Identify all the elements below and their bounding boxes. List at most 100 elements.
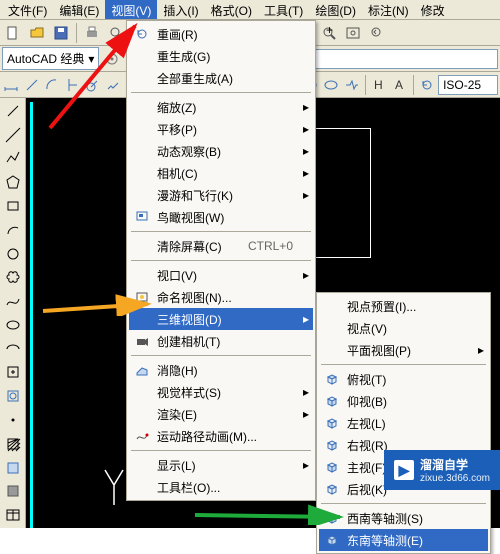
separator: [76, 23, 77, 43]
new-icon[interactable]: [2, 22, 24, 44]
motion-icon: [133, 427, 151, 445]
xline-icon[interactable]: [2, 124, 24, 146]
menu-camera[interactable]: 相机(C)▸: [129, 162, 313, 184]
submenu-arrow-icon: ▸: [303, 407, 309, 421]
submenu-vpoint-presets[interactable]: 视点预置(I)...: [319, 295, 488, 317]
menu-toolbars[interactable]: 工具栏(O)...: [129, 476, 313, 498]
cube-right-icon: [323, 436, 341, 454]
workspace-label: AutoCAD 经典: [7, 50, 84, 67]
dim-ord-icon[interactable]: [63, 74, 81, 96]
menu-modify[interactable]: 修改: [415, 0, 451, 19]
menu-pan[interactable]: 平移(P)▸: [129, 118, 313, 140]
dropdown-icon: ▾: [88, 52, 94, 66]
menu-zoom[interactable]: 缩放(Z)▸: [129, 96, 313, 118]
region-icon[interactable]: [2, 481, 24, 503]
line-icon[interactable]: [2, 100, 24, 122]
workspace-settings-icon[interactable]: [101, 48, 123, 70]
menu-redraw[interactable]: 重画(R): [129, 23, 313, 45]
dim-tedit-icon[interactable]: A: [390, 74, 408, 96]
revcloud-icon[interactable]: [2, 266, 24, 288]
submenu-arrow-icon: ▸: [303, 122, 309, 136]
gradient-icon[interactable]: [2, 457, 24, 479]
menu-draw[interactable]: 绘图(D): [309, 0, 362, 19]
preview-icon[interactable]: [105, 22, 127, 44]
dim-radius-icon[interactable]: [84, 74, 102, 96]
print-icon[interactable]: [81, 22, 103, 44]
point-icon[interactable]: [2, 409, 24, 431]
dim-edit-icon[interactable]: H: [370, 74, 388, 96]
save-icon[interactable]: [50, 22, 72, 44]
inspect-icon[interactable]: [322, 74, 340, 96]
menu-named-views[interactable]: 命名视图(N)...: [129, 286, 313, 308]
ellipsearc-icon[interactable]: [2, 338, 24, 360]
menu-format[interactable]: 格式(O): [205, 0, 258, 19]
submenu-top[interactable]: 俯视(T): [319, 368, 488, 390]
menu-insert[interactable]: 插入(I): [157, 0, 204, 19]
submenu-planview[interactable]: 平面视图(P)▸: [319, 339, 488, 361]
dim-jog-icon[interactable]: [104, 74, 122, 96]
zoom-win-icon[interactable]: [342, 22, 364, 44]
watermark-url: zixue.3d66.com: [420, 473, 490, 484]
dim-aligned-icon[interactable]: [22, 74, 40, 96]
zoom-rt-icon[interactable]: +: [318, 22, 340, 44]
cube-back-icon: [323, 480, 341, 498]
circle-icon[interactable]: [2, 243, 24, 265]
block-icon[interactable]: [2, 385, 24, 407]
insert-icon[interactable]: [2, 362, 24, 384]
submenu-arrow-icon: ▸: [303, 385, 309, 399]
ellipse-icon[interactable]: [2, 314, 24, 336]
aerial-icon: [133, 208, 151, 226]
submenu-vpoint[interactable]: 视点(V): [319, 317, 488, 339]
hatch-icon[interactable]: [2, 433, 24, 455]
open-icon[interactable]: [26, 22, 48, 44]
menu-regenall[interactable]: 全部重生成(A): [129, 67, 313, 89]
menu-edit[interactable]: 编辑(E): [53, 0, 105, 19]
menu-file[interactable]: 文件(F): [2, 0, 53, 19]
menu-motion-path[interactable]: 运动路径动画(M)...: [129, 425, 313, 447]
menu-render[interactable]: 渲染(E)▸: [129, 403, 313, 425]
separator: [131, 355, 311, 356]
menu-walkfly[interactable]: 漫游和飞行(K)▸: [129, 184, 313, 206]
menu-aerial[interactable]: 鸟瞰视图(W): [129, 206, 313, 228]
svg-text:+: +: [326, 25, 333, 37]
separator: [131, 231, 311, 232]
menu-display[interactable]: 显示(L)▸: [129, 454, 313, 476]
submenu-sw-iso[interactable]: 西南等轴测(S): [319, 507, 488, 529]
zoom-prev-icon[interactable]: [366, 22, 388, 44]
submenu-arrow-icon: ▸: [478, 343, 484, 357]
dimstyle-selector[interactable]: ISO-25: [438, 75, 498, 95]
menu-visual-styles[interactable]: 视觉样式(S)▸: [129, 381, 313, 403]
cube-top-icon: [323, 370, 341, 388]
submenu-bottom[interactable]: 仰视(B): [319, 390, 488, 412]
submenu-se-iso[interactable]: 东南等轴测(E): [319, 529, 488, 551]
submenu-arrow-icon: ▸: [303, 144, 309, 158]
jogline-icon[interactable]: [343, 74, 361, 96]
rectangle-icon[interactable]: [2, 195, 24, 217]
cube-front-icon: [323, 458, 341, 476]
menu-clean[interactable]: 清除屏幕(C)CTRL+0: [129, 235, 313, 257]
menu-view[interactable]: 视图(V): [105, 0, 157, 19]
menu-viewports[interactable]: 视口(V)▸: [129, 264, 313, 286]
spline-icon[interactable]: [2, 290, 24, 312]
table-icon[interactable]: [2, 504, 24, 526]
dim-update-icon[interactable]: [418, 74, 436, 96]
menu-tools[interactable]: 工具(T): [258, 0, 309, 19]
pline-icon[interactable]: [2, 148, 24, 170]
dim-arc-icon[interactable]: [43, 74, 61, 96]
menu-3d-views[interactable]: 三维视图(D)▸: [129, 308, 313, 330]
submenu-arrow-icon: ▸: [303, 268, 309, 282]
watermark-brand: 溜溜自学: [420, 456, 490, 473]
menu-hide[interactable]: 消隐(H): [129, 359, 313, 381]
submenu-arrow-icon: ▸: [303, 312, 309, 326]
dim-linear-icon[interactable]: [2, 74, 20, 96]
namedview-icon: [133, 288, 151, 306]
menu-create-camera[interactable]: 创建相机(T): [129, 330, 313, 352]
submenu-left[interactable]: 左视(L): [319, 412, 488, 434]
arc-icon[interactable]: [2, 219, 24, 241]
workspace-selector[interactable]: AutoCAD 经典 ▾: [2, 47, 99, 70]
cube-left-icon: [323, 414, 341, 432]
polygon-icon[interactable]: [2, 171, 24, 193]
menu-dim[interactable]: 标注(N): [362, 0, 415, 19]
menu-orbit[interactable]: 动态观察(B)▸: [129, 140, 313, 162]
menu-regen[interactable]: 重生成(G): [129, 45, 313, 67]
